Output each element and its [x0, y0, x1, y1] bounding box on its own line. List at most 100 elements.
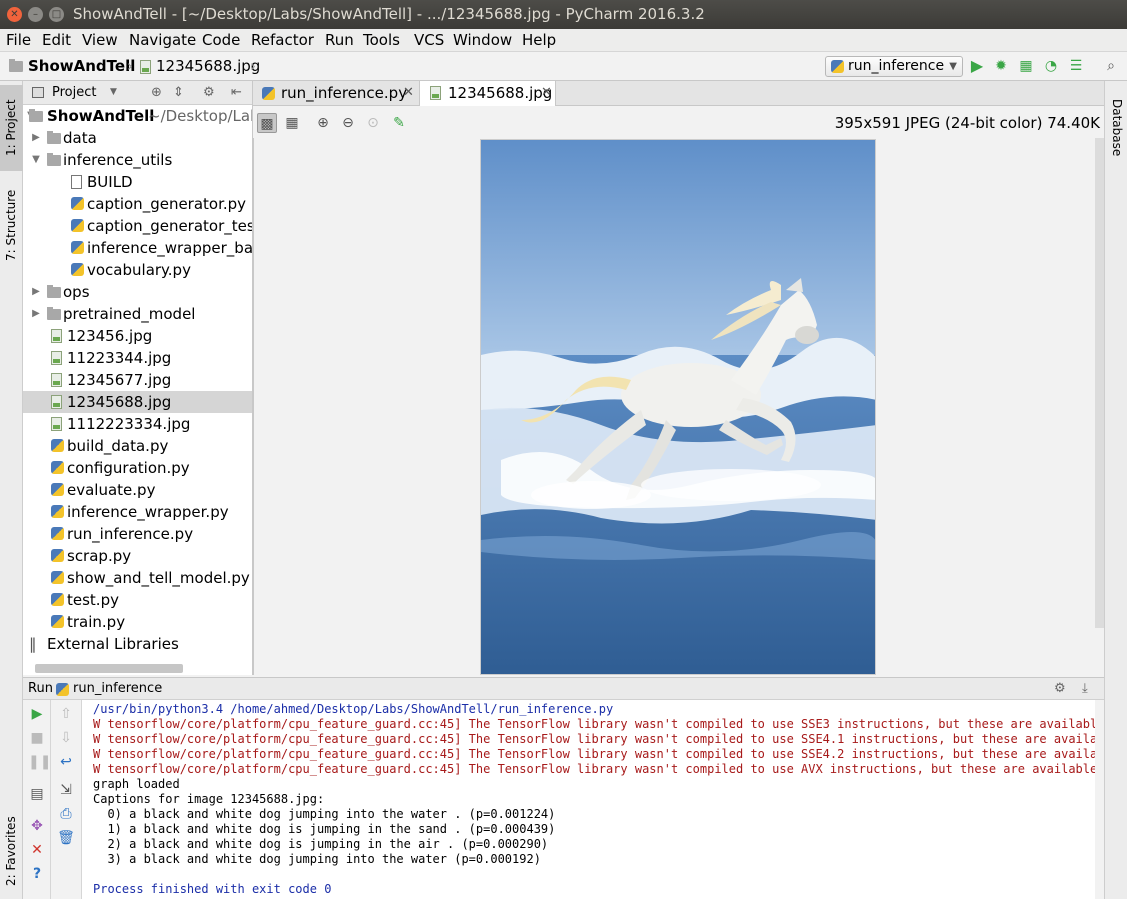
folder-icon — [47, 131, 61, 144]
stop-icon[interactable]: ■ — [28, 729, 46, 747]
zoom-out-icon[interactable]: ⊖ — [338, 113, 358, 133]
tree-item-show-and-tell-model-py[interactable]: show_and_tell_model.py — [23, 567, 252, 589]
tab-12345688-jpg[interactable]: 12345688.jpg ✕ — [419, 81, 556, 106]
favorites-tool-tab[interactable]: 2: Favorites — [0, 803, 23, 899]
chevron-down-icon[interactable]: ▼ — [110, 81, 117, 104]
tree-item-12345688-jpg[interactable]: 12345688.jpg — [23, 391, 252, 413]
horizontal-scrollbar[interactable] — [35, 664, 183, 673]
zoom-in-icon[interactable]: ⊕ — [313, 113, 333, 133]
print-icon[interactable]: ⎙ — [57, 805, 75, 823]
debug-icon[interactable]: ✹ — [992, 57, 1010, 75]
run-console-output[interactable]: /usr/bin/python3.4 /home/ahmed/Desktop/L… — [82, 700, 1104, 899]
chevron-right-icon[interactable]: ▶ — [31, 127, 41, 149]
search-icon[interactable]: ⌕ — [1102, 57, 1120, 75]
chevron-right-icon[interactable]: ▶ — [31, 303, 41, 325]
tree-item-build[interactable]: BUILD — [23, 171, 252, 193]
chevron-right-icon[interactable]: ▶ — [31, 281, 41, 303]
gear-icon[interactable]: ⚙ — [203, 81, 215, 104]
tree-item-evaluate-py[interactable]: evaluate.py — [23, 479, 252, 501]
clear-all-icon[interactable]: 🗑 — [57, 829, 75, 847]
minimize-window-button[interactable]: – — [28, 7, 43, 22]
close-icon[interactable]: ✕ — [541, 81, 552, 105]
pin-tab-icon[interactable]: ✥ — [28, 817, 46, 835]
background-grid-toggle-icon[interactable]: ▩ — [257, 113, 277, 133]
menu-window[interactable]: Window — [453, 29, 512, 51]
tree-item-ops[interactable]: ▶ ops — [23, 281, 252, 303]
rerun-icon[interactable]: ▶ — [28, 705, 46, 723]
tree-item-run-inference-py[interactable]: run_inference.py — [23, 523, 252, 545]
menu-tools[interactable]: Tools — [363, 29, 400, 51]
python-file-icon — [51, 571, 64, 584]
tree-root-path: ~/Desktop/Labs/ShowAndTell — [148, 107, 253, 125]
tree-item-inference-wrapper-base-py[interactable]: inference_wrapper_base.py — [23, 237, 252, 259]
tree-item-vocabulary-py[interactable]: vocabulary.py — [23, 259, 252, 281]
project-tool-tab[interactable]: 1: Project — [0, 85, 23, 171]
tree-item-label: configuration.py — [67, 459, 190, 477]
arrow-down-icon[interactable]: ⇩ — [57, 729, 75, 747]
tree-item-build-data-py[interactable]: build_data.py — [23, 435, 252, 457]
hide-panel-icon[interactable]: ⇤ — [231, 81, 242, 104]
tree-root[interactable]: ▼ ShowAndTell ~/Desktop/Labs/ShowAndTell — [23, 105, 253, 127]
tree-item-test-py[interactable]: test.py — [23, 589, 252, 611]
soft-wrap-icon[interactable]: ↩ — [57, 753, 75, 771]
tree-item-pretrained-model[interactable]: ▶ pretrained_model — [23, 303, 252, 325]
menu-code[interactable]: Code — [202, 29, 240, 51]
tree-item-caption-generator-py[interactable]: caption_generator.py — [23, 193, 252, 215]
tree-item-1112223334-jpg[interactable]: 1112223334.jpg — [23, 413, 252, 435]
menu-run[interactable]: Run — [325, 29, 354, 51]
scroll-from-source-icon[interactable]: ⊕ — [151, 81, 162, 104]
menu-file[interactable]: File — [6, 29, 31, 51]
run-icon[interactable]: ▶ — [968, 57, 986, 75]
structure-tool-tab[interactable]: 7: Structure — [0, 179, 23, 271]
menu-edit[interactable]: Edit — [42, 29, 71, 51]
menu-vcs[interactable]: VCS — [414, 29, 444, 51]
tree-item-train-py[interactable]: train.py — [23, 611, 252, 633]
help-icon[interactable]: ? — [28, 865, 46, 883]
tree-item-label: scrap.py — [67, 547, 132, 565]
collapse-all-icon[interactable]: ⇕ — [173, 81, 184, 104]
gear-icon[interactable]: ⚙ — [1054, 678, 1066, 700]
tab-run-inference[interactable]: run_inference.py ✕ — [253, 81, 418, 106]
close-icon[interactable]: ✕ — [28, 841, 46, 859]
tree-item-scrap-py[interactable]: scrap.py — [23, 545, 252, 567]
dump-threads-icon[interactable]: ▤ — [28, 785, 46, 803]
maximize-window-button[interactable]: □ — [49, 7, 64, 22]
chevron-down-icon[interactable]: ▼ — [31, 149, 41, 171]
horse-in-surf-photo — [481, 140, 875, 674]
hide-panel-icon[interactable]: ⤓ — [1082, 678, 1088, 700]
breadcrumb-project[interactable]: ShowAndTell — [28, 57, 135, 76]
close-window-button[interactable]: ✕ — [7, 7, 22, 22]
run-configuration-select[interactable]: run_inference ▼ — [825, 56, 963, 77]
menu-navigate[interactable]: Navigate — [129, 29, 196, 51]
pause-icon[interactable]: ❚❚ — [28, 753, 51, 771]
tree-item-11223344-jpg[interactable]: 11223344.jpg — [23, 347, 252, 369]
menu-view[interactable]: View — [82, 29, 118, 51]
project-view-selector[interactable]: Project — [52, 81, 96, 104]
database-tool-tab[interactable]: Database — [1105, 87, 1127, 169]
color-picker-icon[interactable]: ✎ — [389, 113, 409, 133]
run-configuration-label: run_inference — [848, 58, 945, 74]
actual-size-icon[interactable]: ⊙ — [363, 113, 383, 133]
chessboard-toggle-icon[interactable]: ▦ — [282, 113, 302, 133]
concurrency-icon[interactable]: ☰ — [1067, 57, 1085, 75]
console-line: Process finished with exit code 0 — [93, 882, 332, 896]
menu-help[interactable]: Help — [522, 29, 556, 51]
tree-item-123456-jpg[interactable]: 123456.jpg — [23, 325, 252, 347]
vertical-scrollbar[interactable] — [1095, 138, 1104, 628]
tree-item-data[interactable]: ▶ data — [23, 127, 252, 149]
coverage-icon[interactable]: ▦ — [1017, 57, 1035, 75]
tree-item-inference-utils[interactable]: ▼ inference_utils — [23, 149, 252, 171]
tree-item-configuration-py[interactable]: configuration.py — [23, 457, 252, 479]
console-scrollbar[interactable] — [1095, 700, 1104, 899]
tree-item-external-libraries[interactable]: ‖ External Libraries — [23, 633, 252, 655]
tree-item-caption-generator-test-py[interactable]: caption_generator_test.py — [23, 215, 252, 237]
scroll-to-end-icon[interactable]: ⇲ — [57, 781, 75, 799]
run-panel-config[interactable]: run_inference — [73, 678, 162, 700]
tree-item-inference-wrapper-py[interactable]: inference_wrapper.py — [23, 501, 252, 523]
close-icon[interactable]: ✕ — [403, 81, 414, 105]
profile-icon[interactable]: ◔ — [1042, 57, 1060, 75]
tree-item-12345677-jpg[interactable]: 12345677.jpg — [23, 369, 252, 391]
breadcrumb-file[interactable]: 12345688.jpg — [156, 57, 260, 76]
arrow-up-icon[interactable]: ⇧ — [57, 705, 75, 723]
menu-refactor[interactable]: Refactor — [251, 29, 314, 51]
